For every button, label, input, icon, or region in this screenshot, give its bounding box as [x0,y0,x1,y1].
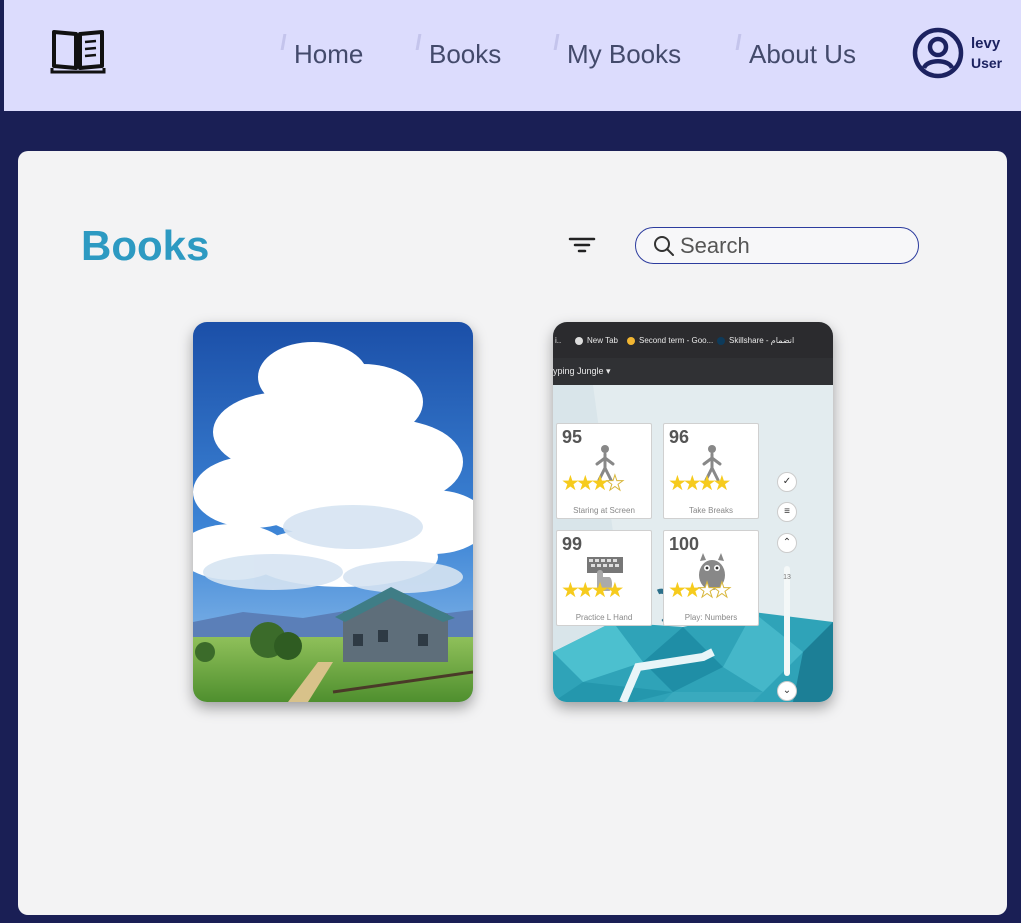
lesson-card: 95 ★★★★ Staring at Screen [556,423,652,519]
lesson-number: 95 [562,427,583,447]
search-icon [654,236,674,256]
scroll-track [784,566,790,676]
menu-icon: ≡ [777,502,797,522]
truncated-tab: i.. [555,336,562,345]
bookmark-tab: New Tab [575,336,618,346]
browser-bookmarks-bar: i.. New Tab Second term - Goo... Skillsh… [553,322,833,358]
chevron-up-icon: ⌃ [777,533,797,553]
filter-icon[interactable] [567,231,597,259]
app-toolbar: yping Jungle ▾ [553,358,833,385]
nav-books-link[interactable]: Books [429,38,501,70]
bookmark-tab: Second term - Goo... [627,336,713,346]
skillshare-icon [717,336,725,345]
rating-stars: ★★★★ [561,472,625,495]
lesson-caption: Play: Numbers [684,613,738,622]
chevron-down-icon: ⌄ [777,681,797,701]
lesson-card: 99 ★★★★ Practice L Hand [556,530,652,626]
bookmark-tab: Skillshare - انضمام [717,336,794,346]
lesson-caption: Practice L Hand [575,613,633,622]
rating-stars: ★★★★ [668,579,732,602]
rating-stars: ★★★★ [561,579,624,602]
books-panel: Books Search i.. New Tab Second term - G… [18,151,1007,915]
book-card[interactable]: i.. New Tab Second term - Goo... Skillsh… [553,322,833,702]
lesson-caption: Staring at Screen [573,506,635,515]
lesson-number: 99 [562,534,583,554]
nav-home-link[interactable]: Home [294,38,363,70]
check-circle-icon: ✓ [777,472,797,492]
nav-about-us-link[interactable]: About Us [749,38,856,70]
book-card[interactable] [193,322,473,702]
progress-number: 13 [783,574,791,581]
user-name: levy [971,35,1001,52]
lesson-caption: Take Breaks [688,506,734,515]
lesson-number: 96 [669,427,690,447]
rating-stars: ★★★★ [668,472,731,495]
search-box[interactable] [635,227,919,264]
top-navbar: Home Books My Books About Us levy User [4,0,1021,111]
page-title: Books [81,222,210,269]
open-book-icon[interactable] [50,28,106,74]
user-role: User [971,55,1003,71]
lesson-card: 96 ★★★★ Take Breaks [663,423,759,519]
toolbar-label: yping Jungle ▾ [553,366,611,376]
globe-icon [575,336,583,345]
book-cover-image [193,322,473,702]
nav-my-books-link[interactable]: My Books [567,38,681,70]
user-profile-menu[interactable]: levy User [912,27,1021,79]
drive-icon [627,336,635,345]
user-circle-icon [912,27,964,79]
lesson-card: 100 ★★★★ Play: Numbers [663,530,759,626]
search-input[interactable] [680,232,910,260]
